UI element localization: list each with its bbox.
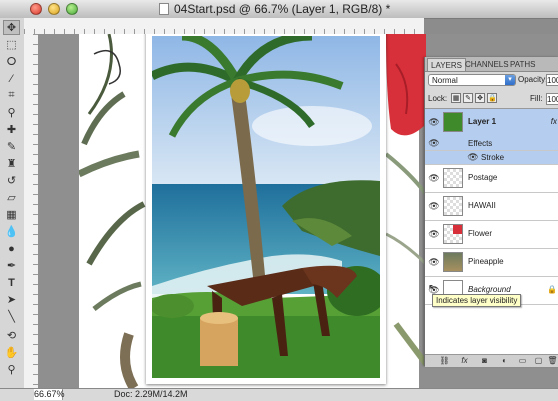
blur-tool-icon[interactable]: 💧	[3, 224, 20, 239]
window-title: 04Start.psd @ 66.7% (Layer 1, RGB/8) *	[174, 2, 391, 16]
magic-wand-tool-icon[interactable]: ⁄	[3, 71, 20, 86]
shape-tool-icon[interactable]: ╲	[3, 309, 20, 324]
history-brush-tool-icon[interactable]: ↺	[3, 173, 20, 188]
gradient-tool-icon[interactable]: ▦	[3, 207, 20, 222]
lock-position-icon[interactable]: ✥	[475, 93, 485, 103]
lock-transparent-pixels-icon[interactable]: ▦	[451, 93, 461, 103]
layers-list: 👁 Layer 1 fx 👁 Effects 👁 Stroke 👁 Postag…	[425, 108, 558, 354]
effects-label: Effects	[468, 139, 493, 148]
fill-label: Fill:	[530, 94, 543, 103]
effects-row[interactable]: 👁 Effects	[425, 137, 558, 151]
pointer-cursor-icon: ↖	[428, 283, 437, 294]
marquee-tool-icon[interactable]: ⬚	[3, 37, 20, 52]
adjustment-layer-icon[interactable]: ◐	[499, 356, 510, 366]
brush-tool-icon[interactable]: ✎	[3, 139, 20, 154]
eye-icon[interactable]: 👁	[428, 117, 440, 127]
layer-name: Layer 1	[468, 117, 497, 126]
eraser-tool-icon[interactable]: ▱	[3, 190, 20, 205]
eye-icon[interactable]: 👁	[428, 173, 440, 183]
layer-name: Pineapple	[468, 257, 504, 266]
layer-row-hawaii[interactable]: 👁 HAWAII	[425, 193, 558, 221]
fill-input[interactable]: 100	[546, 93, 558, 105]
move-tool-icon[interactable]: ✥	[3, 20, 20, 35]
fx-icon[interactable]: fx	[551, 117, 557, 126]
eye-icon[interactable]: 👁	[467, 152, 479, 162]
eye-icon[interactable]: 👁	[428, 201, 440, 211]
tab-channels[interactable]: CHANNELS	[462, 58, 512, 71]
opacity-input[interactable]: 100	[546, 74, 558, 86]
crop-tool-icon[interactable]: ⌗	[3, 88, 20, 103]
clone-stamp-tool-icon[interactable]: ♜	[3, 156, 20, 171]
lock-label: Lock:	[428, 94, 448, 103]
visibility-tooltip: Indicates layer visibility	[432, 294, 522, 307]
eye-icon[interactable]: 👁	[428, 138, 440, 148]
layers-panel: LAYERS CHANNELS PATHS Normal ▾ Opacity: …	[424, 57, 558, 367]
layer-row-postage[interactable]: 👁 Postage	[425, 165, 558, 193]
chevron-down-icon: ▾	[505, 75, 515, 85]
layer-1-photo[interactable]	[146, 34, 386, 384]
blend-mode-select[interactable]: Normal ▾	[428, 74, 516, 86]
add-layer-style-icon[interactable]: fx	[459, 356, 470, 366]
panel-tab-bar: LAYERS CHANNELS PATHS	[425, 57, 558, 72]
healing-brush-tool-icon[interactable]: ✚	[3, 122, 20, 137]
eye-icon[interactable]: 👁	[428, 229, 440, 239]
pineapple-image	[79, 34, 146, 388]
layer-name: Postage	[468, 173, 498, 182]
hawaii-beach-photo	[152, 36, 380, 378]
document-icon	[159, 3, 169, 15]
3d-tool-icon[interactable]: ⟲	[3, 328, 20, 343]
vertical-ruler[interactable]	[24, 34, 39, 388]
pen-tool-icon[interactable]: ✒	[3, 258, 20, 273]
flower-image	[386, 34, 426, 366]
stroke-label: Stroke	[481, 153, 505, 162]
lock-icon: 🔒	[547, 285, 557, 294]
zoom-window-button[interactable]	[66, 3, 78, 15]
layer-name: HAWAII	[468, 201, 496, 210]
tab-layers[interactable]: LAYERS	[427, 58, 466, 71]
dodge-tool-icon[interactable]: ●	[3, 241, 20, 256]
status-bar: 66.67% Doc: 2.29M/14.2M	[0, 388, 558, 401]
layer-row-flower[interactable]: 👁 Flower	[425, 221, 558, 249]
lock-all-icon[interactable]: 🔒	[487, 93, 497, 103]
eye-icon[interactable]: 👁	[428, 257, 440, 267]
blend-mode-value: Normal	[432, 76, 458, 85]
layer-name: Flower	[468, 229, 493, 238]
hand-tool-icon[interactable]: ✋	[3, 345, 20, 360]
eyedropper-tool-icon[interactable]: ⚲	[3, 105, 20, 120]
layer-thumbnail	[443, 224, 463, 244]
window-title-bar: 04Start.psd @ 66.7% (Layer 1, RGB/8) *	[0, 0, 558, 19]
add-mask-icon[interactable]: ◙	[479, 356, 490, 366]
opacity-label: Opacity:	[518, 75, 548, 84]
trash-icon[interactable]: 🗑	[547, 356, 558, 366]
zoom-tool-icon[interactable]: ⚲	[3, 362, 20, 377]
tab-paths[interactable]: PATHS	[507, 58, 538, 71]
lock-image-pixels-icon[interactable]: ✎	[463, 93, 473, 103]
close-window-button[interactable]	[30, 3, 42, 15]
layer-thumbnail	[443, 196, 463, 216]
document-size-info[interactable]: Doc: 2.29M/14.2M	[114, 389, 188, 400]
stroke-row[interactable]: 👁 Stroke	[425, 151, 558, 165]
type-tool-icon[interactable]: T	[3, 275, 20, 290]
lasso-tool-icon[interactable]: ⵔ	[3, 54, 20, 69]
minimize-window-button[interactable]	[48, 3, 60, 15]
horizontal-ruler[interactable]	[24, 18, 424, 35]
new-layer-icon[interactable]: ▢	[533, 356, 544, 366]
layer-thumbnail	[443, 112, 463, 132]
path-selection-tool-icon[interactable]: ➤	[3, 292, 20, 307]
layer-thumbnail	[443, 168, 463, 188]
layer-row-pineapple[interactable]: 👁 Pineapple	[425, 249, 558, 277]
zoom-level-field[interactable]: 66.67%	[34, 389, 65, 400]
link-layers-icon[interactable]: ⛓	[439, 356, 450, 366]
layers-panel-footer: ⛓ fx ◙ ◐ ▭ ▢ 🗑	[425, 354, 558, 367]
layer-thumbnail	[443, 252, 463, 272]
layer-row-layer-1[interactable]: 👁 Layer 1 fx	[425, 109, 558, 138]
tools-panel: ✥ ⬚ ⵔ ⁄ ⌗ ⚲ ✚ ✎ ♜ ↺ ▱ ▦ 💧 ● ✒ T ➤ ╲ ⟲ ✋ …	[0, 18, 25, 388]
new-group-icon[interactable]: ▭	[517, 356, 528, 366]
